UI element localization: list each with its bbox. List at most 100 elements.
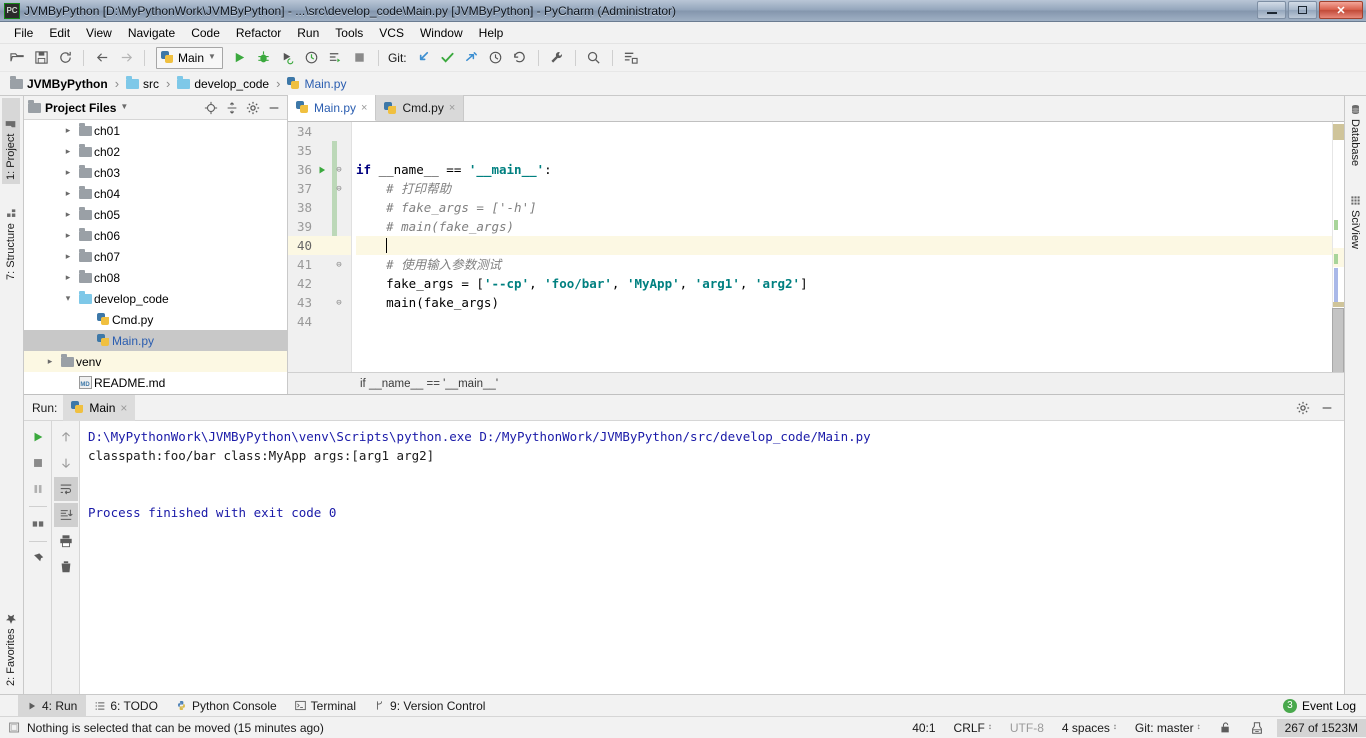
debug-icon[interactable] xyxy=(253,47,275,69)
gutter-line[interactable]: 41 ⊖ xyxy=(288,255,351,274)
bottom-tab-terminal[interactable]: Terminal xyxy=(286,695,365,717)
sync-icon[interactable] xyxy=(54,47,76,69)
tree-item-ch03[interactable]: ▸ ch03 xyxy=(24,162,287,183)
back-arrow-icon[interactable] xyxy=(91,47,113,69)
bottom-tab-python-console[interactable]: Python Console xyxy=(167,695,286,717)
code-area[interactable]: if __name__ == '__main__': # 打印帮助 # fake… xyxy=(352,122,1344,372)
fold-marker-icon[interactable]: ⊖ xyxy=(330,165,348,175)
bottom-tab-todo[interactable]: 6: TODO xyxy=(86,695,167,717)
close-icon[interactable]: × xyxy=(361,102,367,114)
git-branch-widget[interactable]: Git: master ↕ xyxy=(1126,721,1210,735)
chevron-right-icon[interactable]: ▸ xyxy=(60,272,76,283)
chevron-right-icon[interactable]: ▸ xyxy=(60,251,76,262)
gutter-line[interactable]: 37 ⊖ xyxy=(288,179,351,198)
line-separator-selector[interactable]: CRLF ↕ xyxy=(945,721,1001,735)
breadcrumb-item-main-py[interactable]: Main.py xyxy=(285,77,348,91)
tree-item-ch02[interactable]: ▸ ch02 xyxy=(24,141,287,162)
menu-edit[interactable]: Edit xyxy=(41,24,78,42)
menu-tools[interactable]: Tools xyxy=(327,24,371,42)
tree-item-ch04[interactable]: ▸ ch04 xyxy=(24,183,287,204)
encoding-selector[interactable]: UTF-8 xyxy=(1001,721,1053,735)
editor-marker-rail[interactable] xyxy=(1332,122,1344,372)
gutter-line[interactable]: 42 xyxy=(288,274,351,293)
clear-all-icon[interactable] xyxy=(54,555,78,579)
locate-target-icon[interactable] xyxy=(202,99,220,117)
run-console-output[interactable]: D:\MyPythonWork\JVMByPython\venv\Scripts… xyxy=(80,421,1344,694)
code-line[interactable] xyxy=(356,122,1344,141)
menu-window[interactable]: Window xyxy=(412,24,471,42)
tree-item-develop-code[interactable]: ▾ develop_code xyxy=(24,288,287,309)
code-line[interactable] xyxy=(356,312,1344,331)
chevron-down-icon[interactable]: ▼ xyxy=(120,103,128,112)
code-line[interactable] xyxy=(356,236,1344,255)
soft-wrap-icon[interactable] xyxy=(53,477,78,501)
gutter-line[interactable]: 34 xyxy=(288,122,351,141)
fold-marker-icon[interactable]: ⊖ xyxy=(330,184,348,194)
tree-item-ch05[interactable]: ▸ ch05 xyxy=(24,204,287,225)
code-line[interactable]: main(fake_args) xyxy=(356,293,1344,312)
bottom-tab-version-control[interactable]: 9: Version Control xyxy=(365,695,494,717)
hide-panel-icon[interactable] xyxy=(1318,399,1336,417)
chevron-right-icon[interactable]: ▸ xyxy=(60,146,76,157)
breadcrumb-item-develop-code[interactable]: develop_code xyxy=(175,75,271,91)
fold-marker-icon[interactable]: ⊖ xyxy=(330,260,348,270)
code-line[interactable]: # 打印帮助 xyxy=(356,179,1344,198)
sidebar-item-sciview[interactable]: SciView xyxy=(1347,191,1363,253)
minimize-button[interactable] xyxy=(1257,1,1286,19)
tree-item-ch01[interactable]: ▸ ch01 xyxy=(24,120,287,141)
scroll-down-icon[interactable] xyxy=(54,451,78,475)
menu-view[interactable]: View xyxy=(78,24,120,42)
tree-item-ch06[interactable]: ▸ ch06 xyxy=(24,225,287,246)
chevron-right-icon[interactable]: ▸ xyxy=(60,209,76,220)
open-folder-icon[interactable] xyxy=(6,47,28,69)
code-line[interactable]: # main(fake_args) xyxy=(356,217,1344,236)
event-log-button[interactable]: 3 Event Log xyxy=(1282,698,1366,713)
tree-item-readme-md[interactable]: MD README.md xyxy=(24,372,287,393)
rollback-icon[interactable] xyxy=(509,47,531,69)
gutter-line[interactable]: 38 xyxy=(288,198,351,217)
sidebar-item-structure[interactable]: 7: Structure xyxy=(2,188,20,284)
scroll-up-icon[interactable] xyxy=(54,425,78,449)
scroll-to-end-icon[interactable] xyxy=(53,503,78,527)
close-button[interactable]: ✕ xyxy=(1319,1,1363,19)
run-with-console-icon[interactable] xyxy=(325,47,347,69)
code-line[interactable]: # fake_args = ['-h'] xyxy=(356,198,1344,217)
gutter-line[interactable]: 40 xyxy=(288,236,351,255)
tree-item-main-py[interactable]: Main.py xyxy=(24,330,287,351)
menu-vcs[interactable]: VCS xyxy=(371,24,412,42)
collapse-all-icon[interactable] xyxy=(223,99,241,117)
print-icon[interactable] xyxy=(54,529,78,553)
sidebar-item-project[interactable]: 1: Project xyxy=(2,98,20,184)
chevron-down-icon[interactable]: ▾ xyxy=(60,293,76,304)
run-tab-main[interactable]: Main × xyxy=(63,394,136,421)
sidebar-item-favorites[interactable]: 2: Favorites xyxy=(2,594,20,690)
editor-scrollbar-thumb[interactable] xyxy=(1332,308,1344,372)
fold-marker-icon[interactable]: ⊖ xyxy=(330,298,348,308)
code-line[interactable]: # 使用输入参数测试 xyxy=(356,255,1344,274)
memory-indicator[interactable]: 267 of 1523M xyxy=(1276,718,1366,737)
restore-button[interactable] xyxy=(1288,1,1317,19)
push-icon[interactable] xyxy=(461,47,483,69)
gutter-line[interactable]: 36 ⊖ xyxy=(288,160,351,179)
run-coverage-icon[interactable] xyxy=(277,47,299,69)
caret-position[interactable]: 40:1 xyxy=(903,721,944,735)
structure-icon[interactable] xyxy=(620,47,642,69)
tree-item-cmd-py[interactable]: Cmd.py xyxy=(24,309,287,330)
tree-item-venv[interactable]: ▸ venv xyxy=(24,351,287,372)
editor-gutter[interactable]: 34 35 36 ⊖ 37 ⊖ 38 39 40 41 ⊖ 42 43 ⊖ 44 xyxy=(288,122,352,372)
search-everywhere-icon[interactable] xyxy=(583,47,605,69)
pause-icon[interactable] xyxy=(26,477,50,501)
profile-icon[interactable] xyxy=(301,47,323,69)
sidebar-item-database[interactable]: Database xyxy=(1347,100,1363,170)
rerun-icon[interactable] xyxy=(26,425,50,449)
close-icon[interactable]: × xyxy=(449,102,455,114)
unlocked-icon[interactable] xyxy=(1210,721,1241,734)
tree-item-ch08[interactable]: ▸ ch08 xyxy=(24,267,287,288)
breadcrumb-item-project[interactable]: JVMByPython xyxy=(8,75,110,91)
restore-layout-icon[interactable] xyxy=(26,512,50,536)
chevron-right-icon[interactable]: ▸ xyxy=(42,356,58,367)
indent-selector[interactable]: 4 spaces ↕ xyxy=(1053,721,1126,735)
chevron-right-icon[interactable]: ▸ xyxy=(60,188,76,199)
settings-wrench-icon[interactable] xyxy=(546,47,568,69)
stop-icon[interactable] xyxy=(349,47,371,69)
